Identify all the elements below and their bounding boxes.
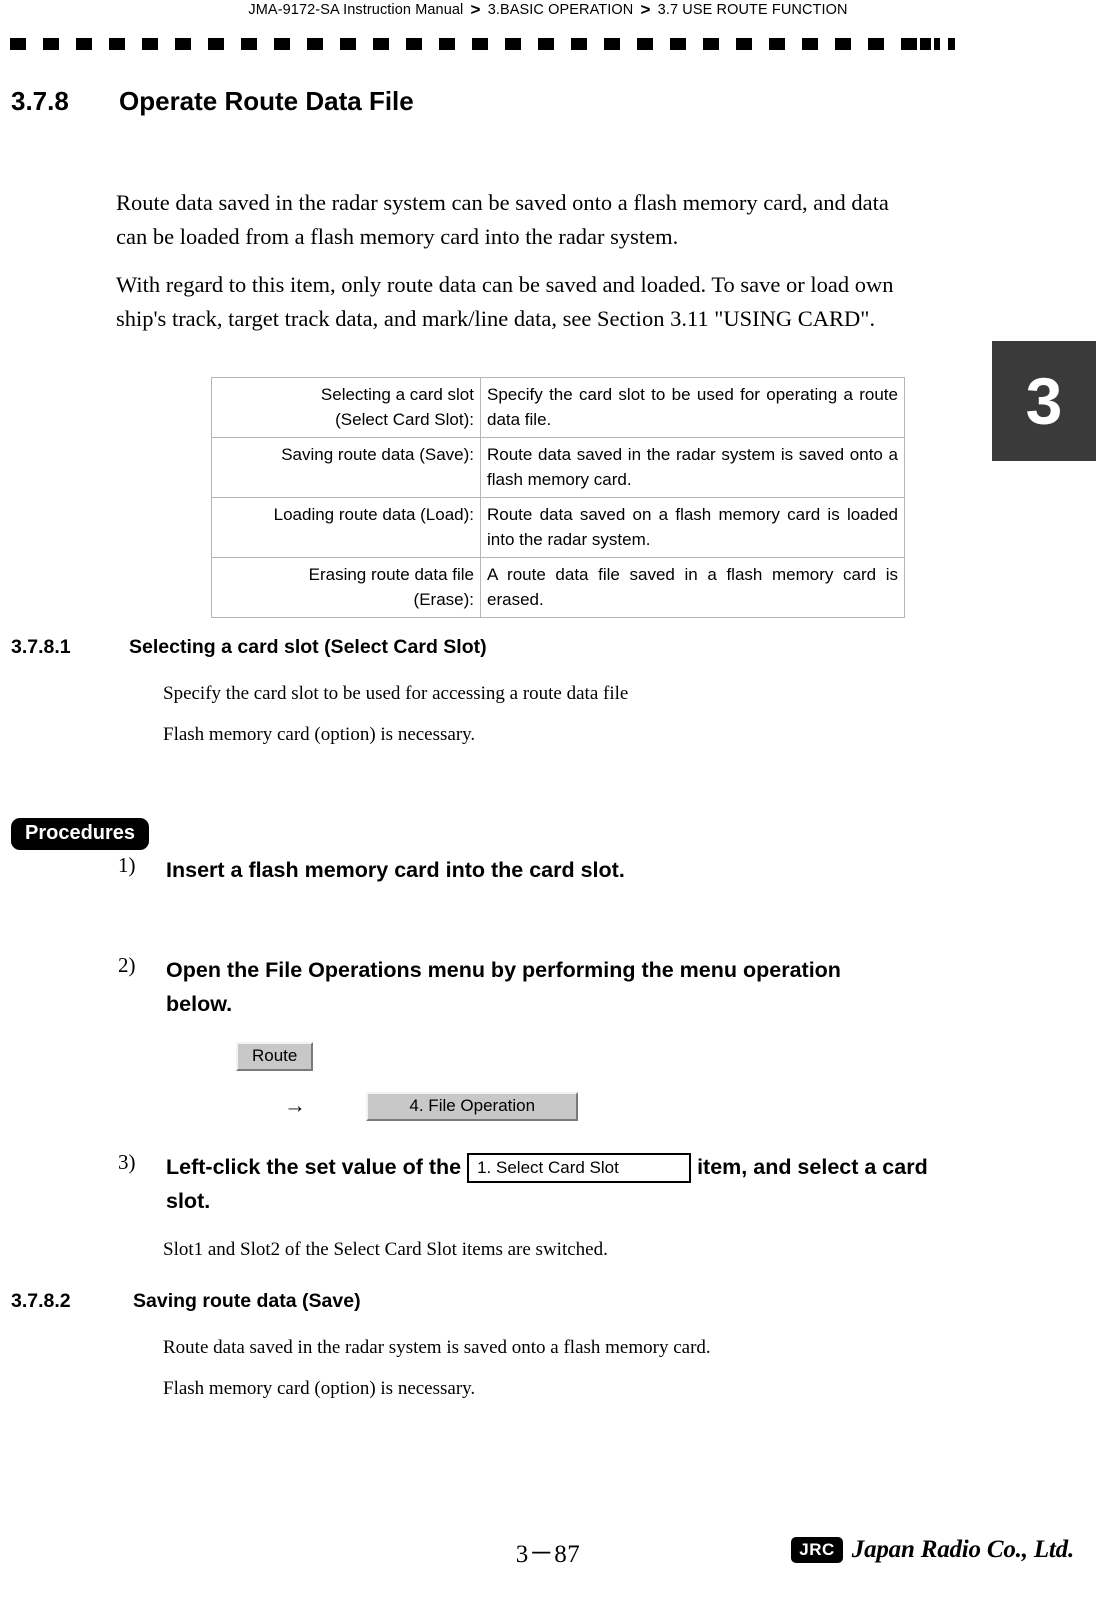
procedures-badge: Procedures	[11, 818, 150, 850]
subsection-1-number: 3.7.8.1	[11, 636, 71, 658]
table-cell-description: Route data saved in the radar system is …	[480, 437, 905, 498]
jrc-logo: JRC Japan Radio Co., Ltd.	[791, 1536, 1074, 1564]
term-line-2: (Select Card Slot):	[335, 410, 474, 429]
table-cell-term: Erasing route data file (Erase):	[211, 557, 481, 618]
table-row: Selecting a card slot (Select Card Slot)…	[211, 377, 905, 438]
subsection-2-number: 3.7.8.2	[11, 1290, 71, 1312]
table-cell-term: Saving route data (Save):	[211, 437, 481, 498]
subsection-2-line-1: Route data saved in the radar system is …	[163, 1337, 711, 1358]
manual-page: JMA-9172-SA Instruction Manual > 3.BASIC…	[0, 0, 1096, 1620]
intro-paragraph-1: Route data saved in the radar system can…	[116, 190, 889, 249]
running-header: JMA-9172-SA Instruction Manual > 3.BASIC…	[0, 0, 1096, 20]
term-line-1: Selecting a card slot	[320, 385, 474, 404]
table-row: Loading route data (Load): Route data sa…	[211, 497, 905, 558]
subsection-1-title: Selecting a card slot (Select Card Slot)	[129, 636, 487, 658]
table-cell-term: Selecting a card slot (Select Card Slot)…	[211, 377, 481, 438]
subsection-2-title: Saving route data (Save)	[133, 1290, 361, 1312]
header-separator-2: >	[640, 0, 651, 19]
section-heading: 3.7.8 Operate Route Data File	[11, 86, 771, 120]
chapter-thumb-tab: 3	[992, 341, 1096, 461]
step-2-text: Open the File Operations menu by perform…	[166, 958, 841, 1016]
term-line-2: (Erase):	[413, 590, 474, 609]
subsection-2-heading: 3.7.8.2 Saving route data (Save)	[11, 1290, 771, 1316]
header-chapter: 3.BASIC OPERATION	[487, 2, 634, 18]
section-number: 3.7.8	[11, 86, 69, 116]
subsection-1-heading: 3.7.8.1 Selecting a card slot (Select Ca…	[11, 636, 771, 662]
step-3-marker: 3)	[118, 1150, 136, 1174]
select-card-slot-field[interactable]: 1. Select Card Slot	[467, 1153, 692, 1184]
table-row: Erasing route data file (Erase): A route…	[211, 557, 905, 618]
subsection-1-line-1: Specify the card slot to be used for acc…	[163, 683, 629, 704]
header-separator-1: >	[470, 0, 481, 19]
table-cell-description: A route data file saved in a flash memor…	[480, 557, 905, 618]
subsection-1-line-2: Flash memory card (option) is necessary.	[163, 724, 476, 745]
chapter-tab-number: 3	[1025, 364, 1063, 438]
step-3-text: Left-click the set value of the 1. Selec…	[166, 1150, 966, 1218]
step-3-text-before: Left-click the set value of the	[166, 1155, 462, 1179]
menu-path-arrow-icon: →	[284, 1092, 306, 1118]
step-1-text: Insert a flash memory card into the card…	[166, 858, 625, 882]
table-cell-description: Specify the card slot to be used for ope…	[480, 377, 905, 438]
header-manual-title: JMA-9172-SA Instruction Manual	[248, 2, 464, 18]
header-section: 3.7 USE ROUTE FUNCTION	[657, 2, 848, 18]
table-row: Saving route data (Save): Route data sav…	[211, 437, 905, 498]
jrc-logo-wordmark: Japan Radio Co., Ltd.	[851, 1536, 1074, 1563]
intro-paragraph-2: With regard to this item, only route dat…	[116, 272, 894, 331]
table-cell-term: Loading route data (Load):	[211, 497, 481, 558]
section-title: Operate Route Data File	[119, 86, 414, 116]
step-2-marker: 2)	[118, 953, 136, 977]
jrc-logo-mark: JRC	[791, 1537, 843, 1563]
table-cell-description: Route data saved on a flash memory card …	[480, 497, 905, 558]
procedure-note: Slot1 and Slot2 of the Select Card Slot …	[163, 1239, 608, 1260]
header-dashed-rule-tail	[920, 38, 955, 50]
menu-path-row-1: Route	[236, 1042, 314, 1071]
file-operation-menu-button[interactable]: 4. File Operation	[366, 1092, 579, 1121]
header-dashed-rule	[10, 38, 940, 50]
step-1-marker: 1)	[118, 853, 136, 877]
route-operations-table: Selecting a card slot (Select Card Slot)…	[211, 377, 905, 618]
term-line-1: Erasing route data file	[308, 565, 474, 584]
route-menu-button[interactable]: Route	[236, 1042, 314, 1071]
subsection-2-line-2: Flash memory card (option) is necessary.	[163, 1378, 476, 1399]
menu-path-row-2: → 4. File Operation	[284, 1092, 579, 1121]
